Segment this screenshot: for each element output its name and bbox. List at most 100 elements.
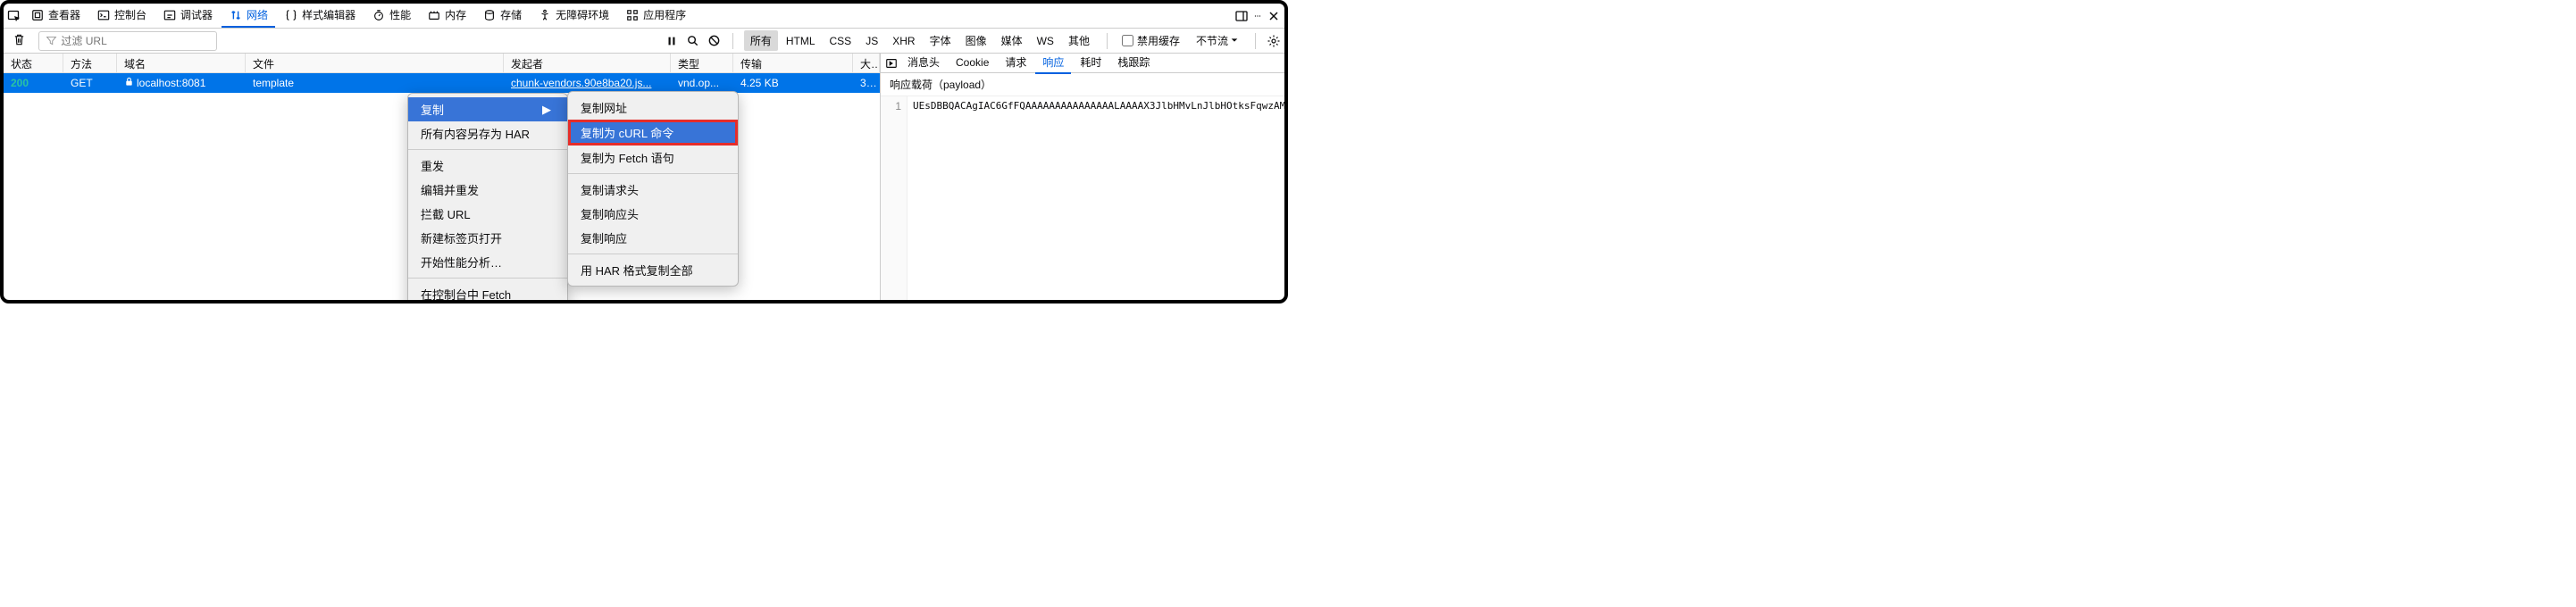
toggle-raw-icon[interactable] xyxy=(884,56,899,71)
application-icon xyxy=(625,8,640,22)
tab-headers[interactable]: 消息头 xyxy=(900,54,947,74)
disable-cache-input[interactable] xyxy=(1122,35,1133,46)
tab-debugger[interactable]: 调试器 xyxy=(155,4,220,28)
col-header-transfer[interactable]: 传输 xyxy=(733,54,853,72)
search-icon[interactable] xyxy=(686,34,700,48)
ctx-copy-req-headers[interactable]: 复制请求头 xyxy=(568,178,738,202)
ctx-copy-as-fetch[interactable]: 复制为 Fetch 语句 xyxy=(568,146,738,170)
tab-inspector[interactable]: 查看器 xyxy=(23,4,88,28)
col-header-method[interactable]: 方法 xyxy=(63,54,117,72)
filter-type-xhr[interactable]: XHR xyxy=(886,32,921,50)
throttle-label: 不节流 xyxy=(1196,33,1228,48)
col-header-file[interactable]: 文件 xyxy=(246,54,504,72)
tab-response[interactable]: 响应 xyxy=(1035,54,1071,74)
tab-accessibility[interactable]: 无障碍环境 xyxy=(531,4,616,28)
ctx-copy-response[interactable]: 复制响应 xyxy=(568,226,738,250)
filter-type-html[interactable]: HTML xyxy=(780,32,822,50)
request-row[interactable]: 200 GET localhost:8081 template chunk-ve… xyxy=(4,73,880,93)
details-tabs: 消息头 Cookie 请求 响应 耗时 栈跟踪 xyxy=(881,54,1284,73)
settings-gear-icon[interactable] xyxy=(1267,34,1281,48)
payload-text[interactable]: UEsDBBQACAgIAC6GfFQAAAAAAAAAAAAAAALAAAAX… xyxy=(907,96,1284,300)
ctx-label: 复制为 Fetch 语句 xyxy=(581,149,674,166)
performance-icon xyxy=(372,8,386,22)
filter-type-images[interactable]: 图像 xyxy=(959,30,993,51)
separator xyxy=(1255,33,1256,49)
ctx-copy-as-curl[interactable]: 复制为 cURL 命令 xyxy=(568,120,738,146)
tab-performance[interactable]: 性能 xyxy=(364,4,418,28)
filter-type-all[interactable]: 所有 xyxy=(744,30,778,51)
ctx-resend[interactable]: 重发 xyxy=(408,154,567,178)
ctx-copy[interactable]: 复制 ▶ xyxy=(408,97,567,121)
request-file: template xyxy=(246,74,504,92)
tab-storage[interactable]: 存储 xyxy=(475,4,529,28)
tab-network[interactable]: 网络 xyxy=(222,4,275,28)
ctx-label: 拦截 URL xyxy=(421,205,471,222)
ctx-use-console[interactable]: 在控制台中 Fetch xyxy=(408,282,567,300)
ctx-label: 编辑并重发 xyxy=(421,181,479,198)
filter-type-other[interactable]: 其他 xyxy=(1062,30,1096,51)
inspector-icon xyxy=(30,8,45,22)
dock-side-icon[interactable] xyxy=(1234,9,1249,23)
tab-request[interactable]: 请求 xyxy=(998,54,1033,74)
filter-type-media[interactable]: 媒体 xyxy=(995,30,1029,51)
console-icon xyxy=(96,8,111,22)
close-icon[interactable] xyxy=(1267,9,1281,23)
tab-cookies[interactable]: Cookie xyxy=(949,54,996,73)
context-menu: 复制 ▶ 所有内容另存为 HAR 重发 编辑并重发 拦截 URL 新建标签页打开… xyxy=(407,93,568,300)
col-header-domain[interactable]: 域名 xyxy=(117,54,246,72)
disable-cache-checkbox[interactable]: 禁用缓存 xyxy=(1118,33,1183,48)
filter-type-ws[interactable]: WS xyxy=(1031,32,1060,50)
filter-bar: 所有 HTML CSS JS XHR 字体 图像 媒体 WS 其他 禁用缓存 不… xyxy=(4,29,1284,54)
col-header-size[interactable]: 大小 xyxy=(853,54,880,72)
ctx-copy-all-har[interactable]: 用 HAR 格式复制全部 xyxy=(568,258,738,282)
main-toolbar: 查看器 控制台 调试器 网络 样式编辑器 性能 内存 存储 xyxy=(4,4,1284,29)
ctx-start-perf[interactable]: 开始性能分析… xyxy=(408,250,567,274)
request-size: 3... xyxy=(853,74,880,92)
request-type: vnd.op... xyxy=(671,74,733,92)
ctx-copy-res-headers[interactable]: 复制响应头 xyxy=(568,202,738,226)
request-initiator: chunk-vendors.90e8ba20.js... xyxy=(511,77,651,89)
tab-stack-trace[interactable]: 栈跟踪 xyxy=(1110,54,1157,74)
ctx-block-url[interactable]: 拦截 URL xyxy=(408,202,567,226)
ctx-copy-url[interactable]: 复制网址 xyxy=(568,96,738,120)
pick-element-icon[interactable] xyxy=(7,9,21,23)
tab-application[interactable]: 应用程序 xyxy=(618,4,693,28)
separator xyxy=(732,33,733,49)
tab-timings[interactable]: 耗时 xyxy=(1073,54,1108,74)
ctx-label: 复制响应头 xyxy=(581,205,639,222)
ctx-separator xyxy=(408,278,567,279)
filter-type-fonts[interactable]: 字体 xyxy=(924,30,958,51)
filter-url-input[interactable] xyxy=(61,35,211,47)
debugger-icon xyxy=(163,8,177,22)
request-method: GET xyxy=(63,74,117,92)
block-icon[interactable] xyxy=(707,34,722,48)
col-header-initiator[interactable]: 发起者 xyxy=(504,54,671,72)
payload-body: 1 UEsDBBQACAgIAC6GfFQAAAAAAAAAAAAAAALAAA… xyxy=(881,96,1284,300)
ctx-save-har[interactable]: 所有内容另存为 HAR xyxy=(408,121,567,146)
devtools-window: 查看器 控制台 调试器 网络 样式编辑器 性能 内存 存储 xyxy=(0,0,1288,304)
chevron-down-icon xyxy=(1230,35,1239,47)
ctx-label: 复制网址 xyxy=(581,99,627,116)
tab-memory[interactable]: 内存 xyxy=(420,4,473,28)
col-header-status[interactable]: 状态 xyxy=(4,54,63,72)
request-domain: localhost:8081 xyxy=(137,77,205,89)
status-code: 200 xyxy=(11,77,29,89)
disable-cache-label: 禁用缓存 xyxy=(1137,33,1180,48)
col-header-type[interactable]: 类型 xyxy=(671,54,733,72)
network-icon xyxy=(229,8,243,22)
throttle-select[interactable]: 不节流 xyxy=(1191,31,1244,50)
filter-type-js[interactable]: JS xyxy=(859,32,884,50)
ctx-label: 复制 xyxy=(421,101,444,118)
tab-style-editor[interactable]: 样式编辑器 xyxy=(277,4,363,28)
ctx-open-new-tab[interactable]: 新建标签页打开 xyxy=(408,226,567,250)
tab-label: 查看器 xyxy=(48,7,80,22)
tab-console[interactable]: 控制台 xyxy=(89,4,154,28)
clear-button[interactable] xyxy=(7,29,31,53)
ctx-edit-resend[interactable]: 编辑并重发 xyxy=(408,178,567,202)
more-icon[interactable] xyxy=(1250,9,1265,23)
tab-label: 存储 xyxy=(500,7,522,22)
filter-type-css[interactable]: CSS xyxy=(824,32,858,50)
tab-label: 无障碍环境 xyxy=(556,7,609,22)
pause-icon[interactable] xyxy=(665,34,679,48)
separator xyxy=(1107,33,1108,49)
